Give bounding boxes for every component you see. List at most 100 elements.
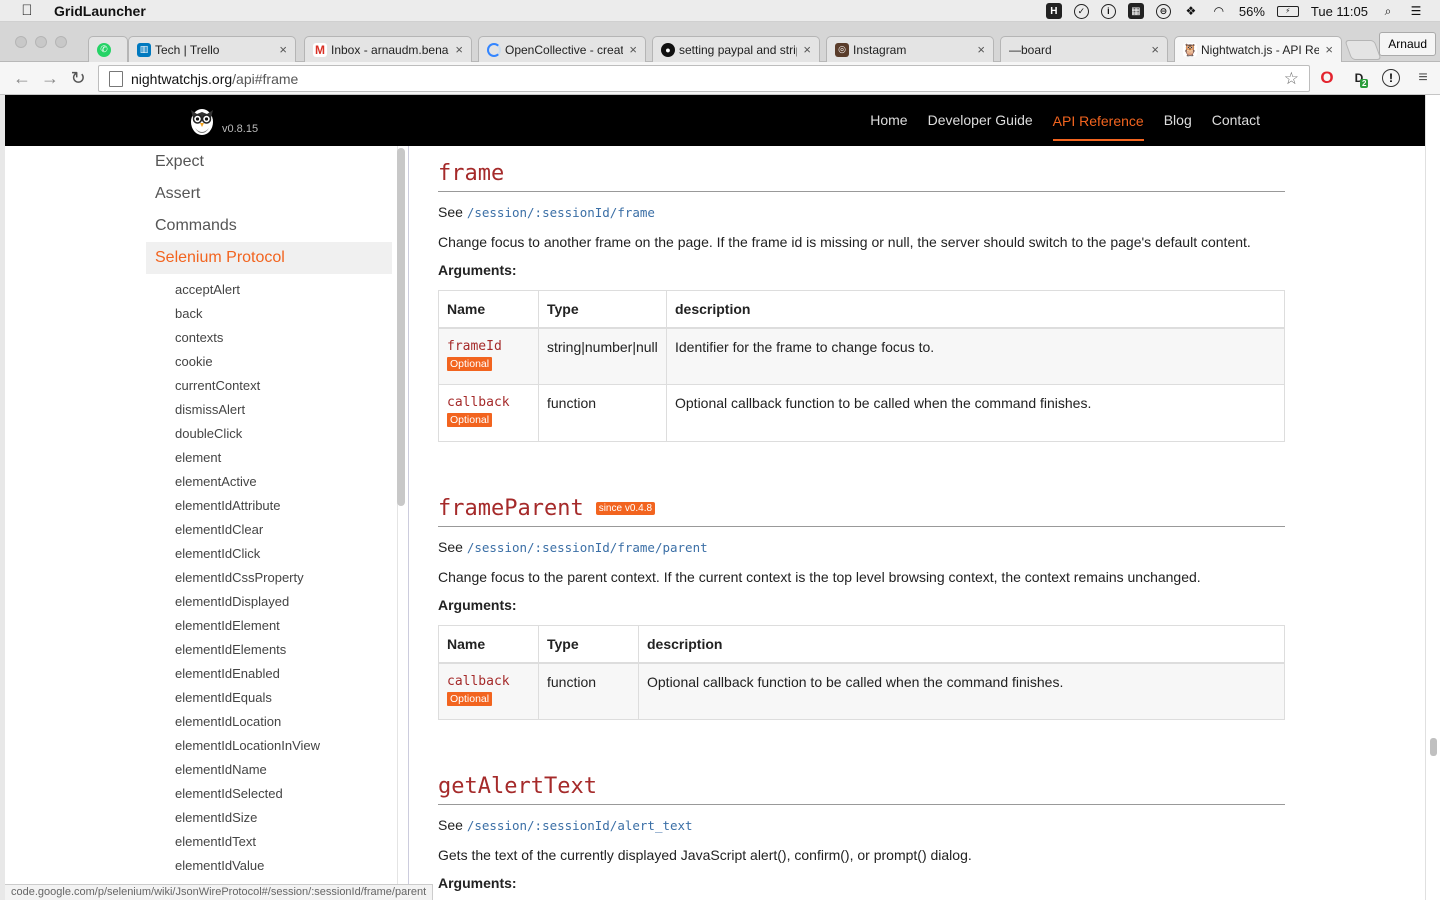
browser-toolbar: ← → ↻ nightwatchjs.org/api#frame ☆ O D2 … bbox=[0, 62, 1440, 95]
top-nav: Home Developer Guide API Reference Blog … bbox=[870, 95, 1260, 146]
sidebar-subitem[interactable]: elementIdElement bbox=[5, 614, 408, 638]
sidebar-subitem[interactable]: elementIdClear bbox=[5, 518, 408, 542]
extension-info-icon[interactable]: ! bbox=[1382, 69, 1400, 87]
sidebar-item-expect[interactable]: Expect bbox=[5, 146, 408, 178]
close-tab-icon[interactable]: × bbox=[803, 42, 811, 57]
page-scrollbar-thumb[interactable] bbox=[1430, 738, 1437, 756]
column-header: Name bbox=[438, 625, 539, 664]
sidebar-subitem[interactable]: elementIdDisplayed bbox=[5, 590, 408, 614]
profile-button[interactable]: Arnaud bbox=[1379, 32, 1436, 56]
battery-icon[interactable]: ⚡ bbox=[1276, 5, 1299, 17]
forward-arrow-icon[interactable]: → bbox=[40, 68, 60, 88]
main-content: frame See /session/:sessionId/frame Chan… bbox=[410, 146, 1425, 900]
grid-icon[interactable]: ▦ bbox=[1127, 3, 1144, 19]
see-link[interactable]: /session/:sessionId/frame/parent bbox=[467, 540, 708, 555]
tab-trello[interactable]: ▥ Tech | Trello × bbox=[128, 36, 296, 62]
extension-d-icon[interactable]: D2 bbox=[1350, 69, 1369, 88]
tab-opencollective[interactable]: OpenCollective - create × bbox=[478, 36, 646, 62]
sidebar-subitem[interactable]: dismissAlert bbox=[5, 398, 408, 422]
sidebar-subitem[interactable]: elementIdElements bbox=[5, 638, 408, 662]
sidebar-subitem[interactable]: cookie bbox=[5, 350, 408, 374]
app-name[interactable]: GridLauncher bbox=[54, 3, 146, 19]
opera-extension-icon[interactable]: O bbox=[1318, 68, 1336, 87]
tab-title: OpenCollective - create bbox=[505, 42, 624, 57]
battery-percent: 56% bbox=[1238, 3, 1265, 19]
sidebar-item-selenium-protocol[interactable]: Selenium Protocol bbox=[146, 242, 392, 274]
nav-blog[interactable]: Blog bbox=[1164, 95, 1192, 146]
address-bar[interactable]: nightwatchjs.org/api#frame ☆ bbox=[98, 65, 1310, 92]
tab-whatsapp[interactable]: ✆ bbox=[88, 36, 128, 62]
sidebar-subitem[interactable]: acceptAlert bbox=[5, 278, 408, 302]
see-link[interactable]: /session/:sessionId/frame bbox=[467, 205, 655, 220]
see-line: See /session/:sessionId/alert_text bbox=[438, 817, 1285, 837]
tab-instagram[interactable]: ◎ Instagram × bbox=[826, 36, 994, 62]
sidebar-item-assert[interactable]: Assert bbox=[5, 178, 408, 210]
nav-contact[interactable]: Contact bbox=[1212, 95, 1260, 146]
page-scrollbar-track[interactable] bbox=[1425, 95, 1440, 900]
sidebar-item-commands[interactable]: Commands bbox=[5, 210, 408, 242]
minimize-window-button[interactable] bbox=[35, 36, 47, 48]
sidebar-subitem[interactable]: currentContext bbox=[5, 374, 408, 398]
nav-developer-guide[interactable]: Developer Guide bbox=[928, 95, 1033, 146]
sidebar-subitem[interactable]: doubleClick bbox=[5, 422, 408, 446]
arg-name-cell: callback Optional bbox=[438, 662, 539, 720]
sidebar-subitem[interactable]: back bbox=[5, 302, 408, 326]
wifi-icon[interactable]: ◠ bbox=[1211, 3, 1227, 19]
close-tab-icon[interactable]: × bbox=[1151, 42, 1159, 57]
hotel-icon[interactable]: H bbox=[1045, 3, 1062, 19]
nightwatch-owl-logo[interactable] bbox=[188, 104, 216, 136]
close-tab-icon[interactable]: × bbox=[1325, 42, 1333, 57]
sidebar-subitem[interactable]: elementIdEnabled bbox=[5, 662, 408, 686]
nav-api-reference[interactable]: API Reference bbox=[1052, 101, 1144, 141]
arg-description: Optional callback function to be called … bbox=[638, 662, 1285, 720]
back-arrow-icon[interactable]: ← bbox=[12, 68, 32, 88]
sidebar-subitem[interactable]: elementIdClick bbox=[5, 542, 408, 566]
table-row: frameId Optional string|number|null Iden… bbox=[438, 327, 1285, 385]
sidebar-scrollbar-thumb[interactable] bbox=[397, 148, 405, 506]
sidebar-subitem[interactable]: element bbox=[5, 446, 408, 470]
sidebar-subitem[interactable]: contexts bbox=[5, 326, 408, 350]
arguments-table: Name Type description callback Optional … bbox=[438, 625, 1285, 720]
zoom-window-button[interactable] bbox=[55, 36, 67, 48]
apple-menu-icon[interactable]:  bbox=[12, 2, 42, 19]
version-label: v0.8.15 bbox=[222, 123, 259, 135]
see-link[interactable]: /session/:sessionId/alert_text bbox=[467, 818, 693, 833]
vpn-icon[interactable]: ⊖ bbox=[1155, 3, 1171, 19]
tab-title: Instagram bbox=[853, 42, 907, 57]
see-label: See bbox=[438, 539, 463, 555]
bookmark-star-icon[interactable]: ☆ bbox=[1284, 69, 1299, 89]
sidebar-subitem[interactable]: elementActive bbox=[5, 470, 408, 494]
sidebar-subitem[interactable]: elementIdLocationInView bbox=[5, 734, 408, 758]
tab-board[interactable]: —board × bbox=[1000, 36, 1168, 62]
sidebar-subitem[interactable]: elementIdCssProperty bbox=[5, 566, 408, 590]
tab-gmail[interactable]: M Inbox - arnaudm.benard@ × bbox=[304, 36, 472, 62]
onepassword-icon[interactable]: i bbox=[1100, 3, 1116, 19]
sidebar-subitem[interactable]: elementIdEquals bbox=[5, 686, 408, 710]
close-tab-icon[interactable]: × bbox=[279, 42, 287, 57]
reload-icon[interactable]: ↻ bbox=[68, 68, 88, 88]
clock[interactable]: Tue 11:05 bbox=[1311, 4, 1368, 19]
sidebar-subitem[interactable]: elementIdSelected bbox=[5, 782, 408, 806]
close-tab-icon[interactable]: × bbox=[629, 42, 637, 57]
tab-github[interactable]: ● setting paypal and strip × bbox=[652, 36, 820, 62]
close-window-button[interactable] bbox=[15, 36, 27, 48]
new-tab-button[interactable] bbox=[1344, 40, 1382, 60]
sidebar-subitem[interactable]: elementIdText bbox=[5, 830, 408, 854]
opencollective-icon bbox=[487, 42, 501, 57]
notification-center-icon[interactable]: ☰ bbox=[1408, 3, 1424, 19]
sidebar-subitem[interactable]: elementIdLocation bbox=[5, 710, 408, 734]
check-icon[interactable]: ✓ bbox=[1073, 3, 1089, 19]
close-tab-icon[interactable]: × bbox=[977, 42, 985, 57]
sidebar-subitem[interactable]: elementIdAttribute bbox=[5, 494, 408, 518]
dropbox-icon[interactable]: ❖ bbox=[1183, 3, 1199, 19]
close-tab-icon[interactable]: × bbox=[455, 42, 463, 57]
nav-home[interactable]: Home bbox=[870, 95, 907, 146]
tab-nightwatch[interactable]: 🦉 Nightwatch.js - API Ref × bbox=[1174, 36, 1342, 62]
sidebar-subitem[interactable]: elementIdName bbox=[5, 758, 408, 782]
arg-description: Identifier for the frame to change focus… bbox=[666, 327, 1285, 385]
sidebar-subitem[interactable]: elementIdSize bbox=[5, 806, 408, 830]
sidebar-subitem[interactable]: elementIdValue bbox=[5, 854, 408, 878]
chrome-menu-icon[interactable]: ≡ bbox=[1414, 69, 1432, 87]
url-host: nightwatchjs.org bbox=[131, 70, 233, 87]
spotlight-search-icon[interactable]: ⌕ bbox=[1380, 3, 1396, 19]
